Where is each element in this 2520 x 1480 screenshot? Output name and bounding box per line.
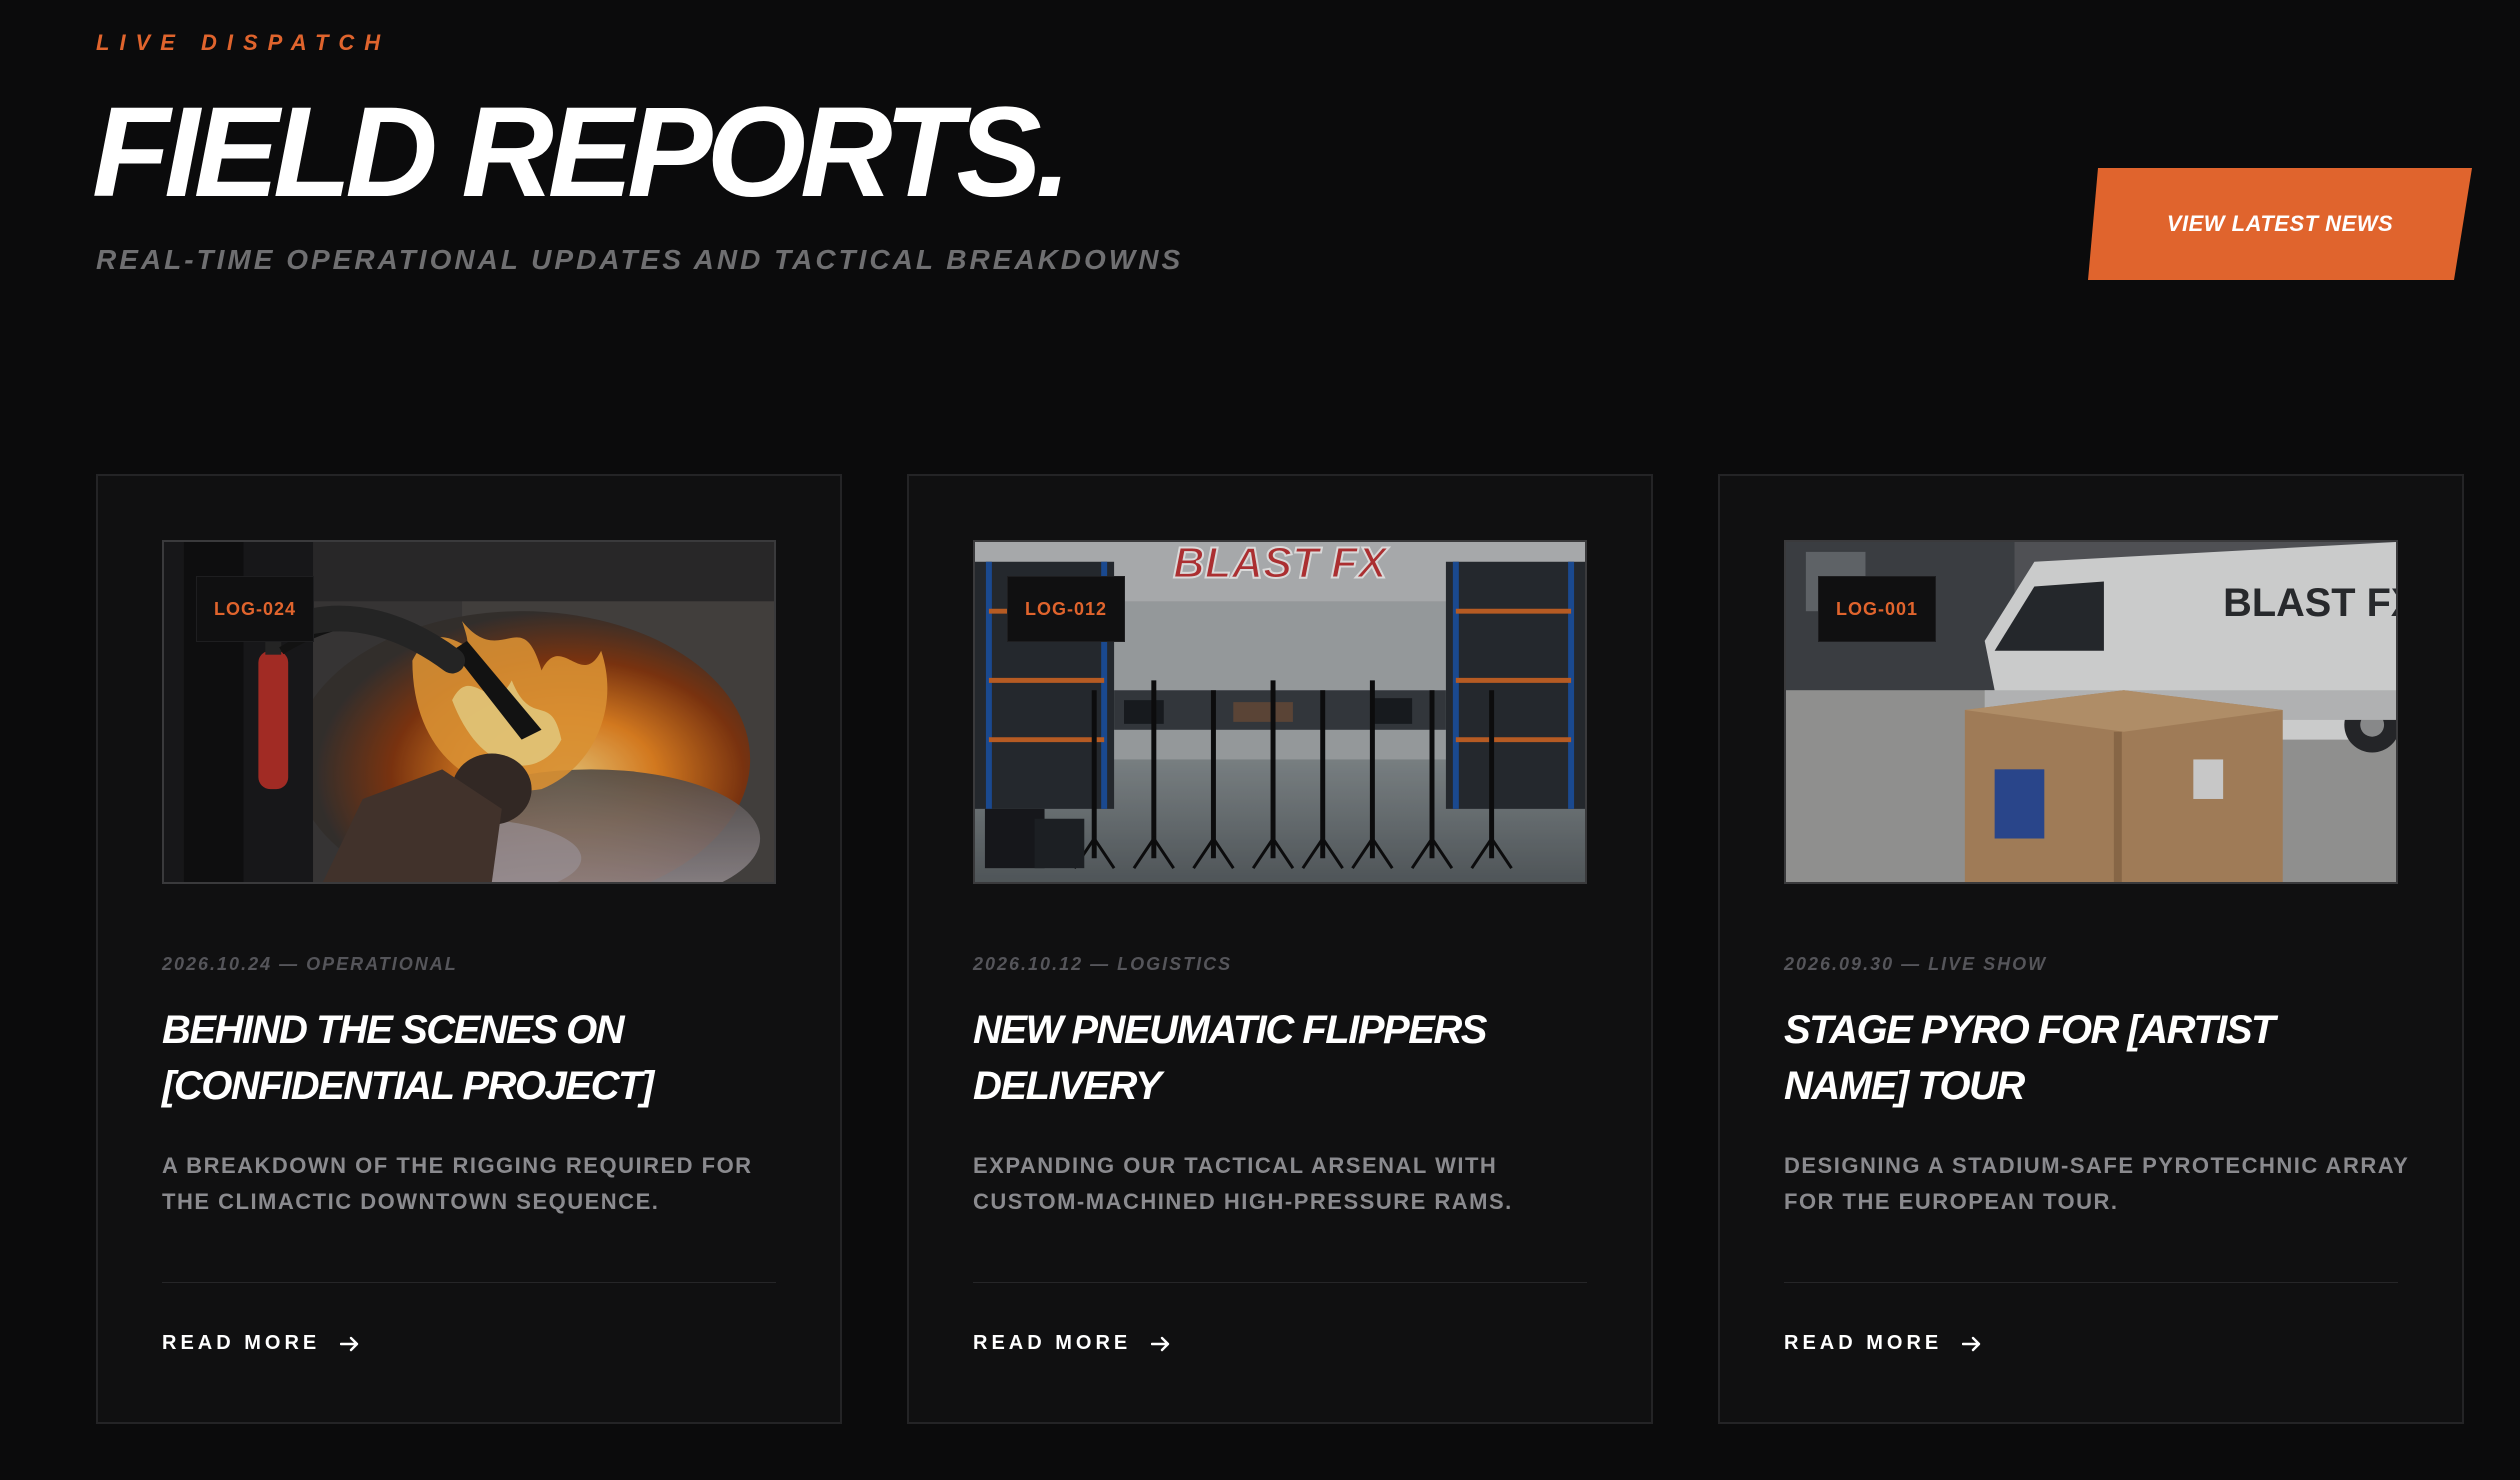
report-cards: LOG-024 2026.10.24 — OPERATIONAL BEHIND … — [96, 474, 2464, 1424]
read-more-link[interactable]: READ MORE — [973, 1332, 1171, 1355]
divider — [973, 1282, 1587, 1283]
page-subtitle: REAL-TIME OPERATIONAL UPDATES AND TACTIC… — [96, 244, 1184, 275]
card-title[interactable]: STAGE PYRO FOR [ARTIST NAME] TOUR — [1784, 1002, 2404, 1114]
log-badge: LOG-012 — [1007, 576, 1125, 642]
card-image-van-delivery: BLAST FX LOG-001 — [1784, 540, 2398, 884]
view-latest-news-button[interactable]: VIEW LATEST NEWS — [2088, 168, 2472, 280]
report-card[interactable]: BLAST FX LOG-001 2026.09.30 — LIVE SHOW … — [1718, 474, 2464, 1424]
arrow-right-icon — [340, 1336, 359, 1351]
read-more-link[interactable]: READ MORE — [1784, 1332, 1982, 1355]
report-card[interactable]: BLAST FX LOG-012 2026.10.12 — LOGISTICS … — [907, 474, 1653, 1424]
log-badge: LOG-024 — [196, 576, 314, 642]
read-more-link[interactable]: READ MORE — [162, 1332, 360, 1355]
card-description: EXPANDING OUR TACTICAL ARSENAL WITH CUST… — [973, 1153, 1513, 1214]
card-image-fire-stunt: LOG-024 — [162, 540, 776, 884]
divider — [1784, 1282, 2398, 1283]
card-description: DESIGNING A STADIUM-SAFE PYROTECHNIC ARR… — [1784, 1153, 2409, 1214]
card-title[interactable]: BEHIND THE SCENES ON [CONFIDENTIAL PROJE… — [162, 1002, 782, 1114]
page-title: FIELD REPORTS. — [92, 81, 1071, 224]
arrow-right-icon — [1962, 1336, 1981, 1351]
field-reports-section: LIVE DISPATCH FIELD REPORTS. REAL-TIME O… — [0, 0, 2520, 1480]
card-meta: 2026.10.12 — LOGISTICS — [973, 954, 1233, 974]
arrow-right-icon — [1151, 1336, 1170, 1351]
eyebrow-label: LIVE DISPATCH — [96, 30, 391, 55]
view-latest-news-label: VIEW LATEST NEWS — [2166, 211, 2394, 236]
read-more-label: READ MORE — [1784, 1332, 1943, 1354]
card-meta: 2026.10.24 — OPERATIONAL — [162, 954, 458, 974]
card-description: A BREAKDOWN OF THE RIGGING REQUIRED FOR … — [162, 1153, 753, 1214]
log-badge: LOG-001 — [1818, 576, 1936, 642]
card-title[interactable]: NEW PNEUMATIC FLIPPERS DELIVERY — [973, 1002, 1593, 1114]
card-meta: 2026.09.30 — LIVE SHOW — [1784, 954, 2048, 974]
read-more-label: READ MORE — [973, 1332, 1132, 1354]
divider — [162, 1282, 776, 1283]
read-more-label: READ MORE — [162, 1332, 321, 1354]
report-card[interactable]: LOG-024 2026.10.24 — OPERATIONAL BEHIND … — [96, 474, 842, 1424]
card-image-warehouse: BLAST FX LOG-012 — [973, 540, 1587, 884]
